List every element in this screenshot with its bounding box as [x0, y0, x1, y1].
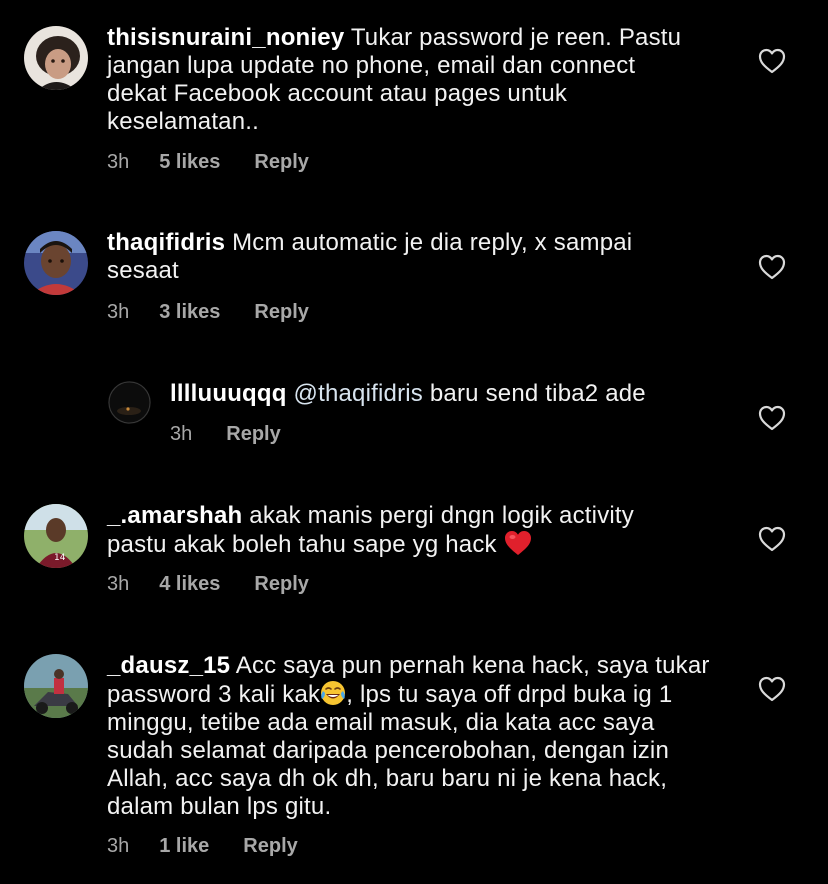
comment-line: akak manis pergi dngn logik activity: [249, 502, 635, 529]
comment-username[interactable]: thaqifidris: [107, 229, 225, 256]
comment-text: thisisnuraini_noniey Tukar password je r…: [107, 24, 747, 136]
comment-text: _dausz_15 Acc saya pun pernah kena hack,…: [107, 652, 757, 821]
likes-count[interactable]: 4 likes: [159, 572, 220, 596]
comment-time: 3h: [107, 301, 130, 323]
comment-line: sudah selamat daripada pencerobohan, den…: [107, 737, 670, 764]
comment-item: 14 _.amarshah akak manis pergi dngn logi…: [0, 490, 828, 640]
comment-item: thisisnuraini_noniey Tukar password je r…: [0, 0, 828, 200]
reply-button[interactable]: Reply: [254, 572, 308, 596]
comment-line: Acc saya pun pernah kena hack, saya tuka…: [235, 652, 710, 679]
red-heart-emoji: [504, 531, 531, 555]
likes-count[interactable]: 5 likes: [159, 150, 220, 174]
avatar[interactable]: [108, 381, 151, 424]
comment-line: Mcm automatic je dia reply, x sampai: [232, 229, 633, 256]
comment-time: 3h: [170, 423, 193, 445]
comment-line: pastu akak boleh tahu sape yg hack: [107, 531, 497, 558]
comment-line: baru send tiba2 ade: [429, 380, 646, 407]
heart-outline-icon[interactable]: [758, 254, 786, 280]
comment-username[interactable]: thisisnuraini_noniey: [107, 24, 344, 51]
heart-outline-icon[interactable]: [758, 405, 786, 431]
comment-line: , lps tu saya off drpd buka ig 1: [346, 681, 673, 708]
heart-outline-icon[interactable]: [758, 48, 786, 74]
mention-link[interactable]: @thaqifidris: [294, 380, 423, 407]
comment-line: keselamatan..: [107, 108, 260, 135]
comment-text: thaqifidris Mcm automatic je dia reply, …: [107, 229, 747, 285]
comment-line: jangan lupa update no phone, email dan c…: [107, 52, 636, 79]
comment-meta: 3h 5 likes Reply: [107, 150, 309, 174]
likes-count[interactable]: 1 like: [159, 834, 209, 858]
avatar[interactable]: [24, 654, 88, 718]
reply-button[interactable]: Reply: [254, 300, 308, 324]
reply-button[interactable]: Reply: [254, 150, 308, 174]
svg-text:14: 14: [54, 553, 66, 563]
reply-button[interactable]: Reply: [226, 422, 280, 446]
tears-of-joy-emoji: [321, 681, 346, 705]
comment-time: 3h: [107, 573, 130, 595]
comment-username[interactable]: _dausz_15: [107, 652, 230, 679]
comment-text: _.amarshah akak manis pergi dngn logik a…: [107, 502, 747, 559]
comment-line: sesaat: [107, 257, 179, 284]
comment-item: thaqifidris Mcm automatic je dia reply, …: [0, 200, 828, 350]
comment-line: dalam bulan lps gitu.: [107, 793, 332, 820]
comment-username[interactable]: lllluuuqqq: [170, 380, 287, 407]
comment-username[interactable]: _.amarshah: [107, 502, 242, 529]
reply-item: lllluuuqqq @thaqifidris baru send tiba2 …: [0, 350, 828, 490]
comment-time: 3h: [107, 835, 130, 857]
comment-time: 3h: [107, 151, 130, 173]
comment-line: Allah, acc saya dh ok dh, baru baru ni j…: [107, 765, 668, 792]
avatar[interactable]: [24, 231, 88, 295]
heart-outline-icon[interactable]: [758, 676, 786, 702]
avatar[interactable]: [24, 26, 88, 90]
likes-count[interactable]: 3 likes: [159, 300, 220, 324]
heart-outline-icon[interactable]: [758, 526, 786, 552]
comment-line: Tukar password je reen. Pastu: [350, 24, 682, 51]
comment-item: _dausz_15 Acc saya pun pernah kena hack,…: [0, 640, 828, 884]
comment-line: minggu, tetibe ada email masuk, dia kata…: [107, 709, 655, 736]
comment-text: lllluuuqqq @thaqifidris baru send tiba2 …: [170, 380, 750, 408]
comment-meta: 3h Reply: [170, 422, 281, 446]
comment-meta: 3h 4 likes Reply: [107, 572, 309, 596]
reply-button[interactable]: Reply: [243, 834, 297, 858]
avatar[interactable]: 14: [24, 504, 88, 568]
comment-line: password 3 kali kak: [107, 681, 321, 708]
comment-line: dekat Facebook account atau pages untuk: [107, 80, 568, 107]
comment-meta: 3h 1 like Reply: [107, 834, 298, 858]
comment-meta: 3h 3 likes Reply: [107, 300, 309, 324]
